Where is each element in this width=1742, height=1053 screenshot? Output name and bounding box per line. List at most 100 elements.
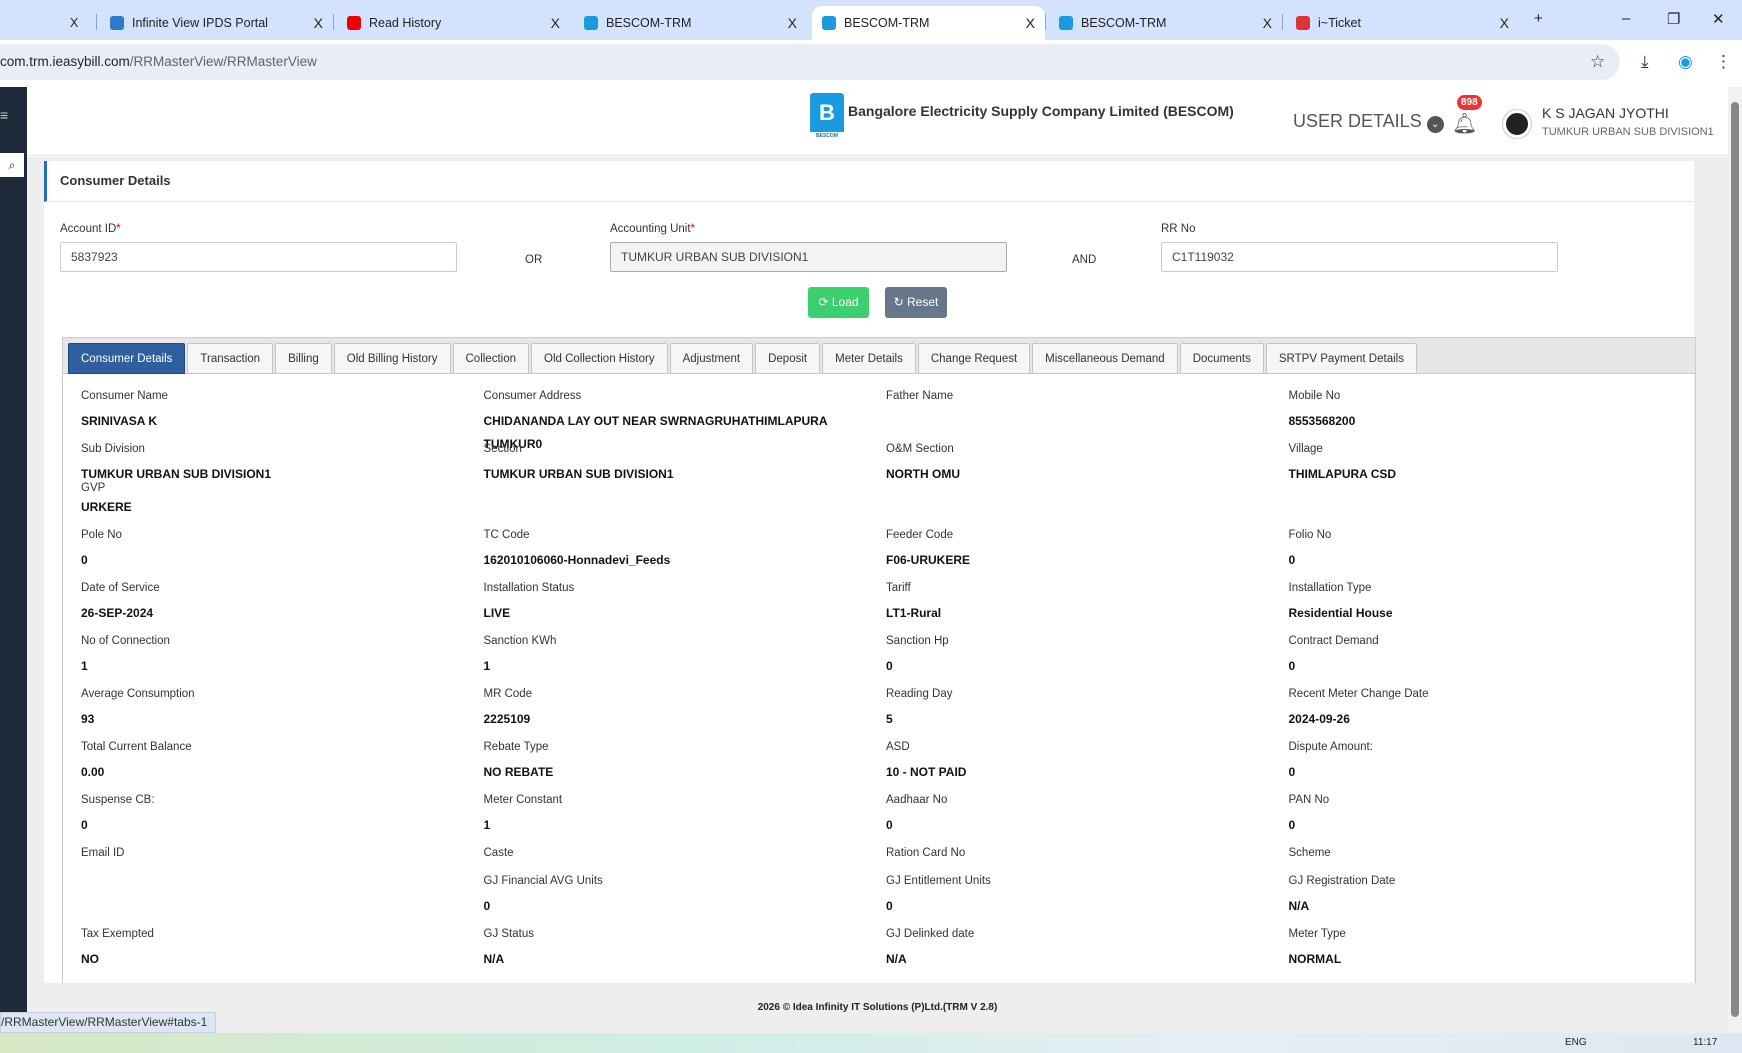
tab-change-request[interactable]: Change Request [917, 343, 1031, 374]
close-icon[interactable]: X [1500, 15, 1509, 31]
or-label: OR [525, 254, 543, 266]
chevron-down-icon: ⌄ [1426, 116, 1444, 133]
accounting-unit-label: Accounting Unit* [610, 223, 696, 235]
bell-icon[interactable]: 🔔︎ [1452, 111, 1477, 136]
browser-tab-bar: X Infinite View IPDS Portal X Read History… [0, 0, 1742, 40]
tab-adjustment[interactable]: Adjustment [669, 343, 754, 374]
field-label: Ration Card No [886, 847, 966, 859]
footer: 2026 © Idea Infinity IT Solutions (P)Ltd… [27, 983, 1728, 1033]
scrollbar-thumb[interactable] [1731, 102, 1739, 1017]
field-value: 5 [886, 712, 893, 726]
detail-field: Scheme [1289, 847, 1692, 877]
field-value: 0 [81, 818, 88, 832]
detail-field: Father Name [886, 390, 1289, 443]
reset-button[interactable]: ↻ Reset [885, 287, 947, 318]
detail-field [81, 875, 484, 928]
detail-field: Consumer Name SRINIVASA K [81, 390, 484, 443]
field-value: URKERE [81, 500, 132, 514]
field-label: GJ Financial AVG Units [483, 875, 603, 887]
tab-meter-details[interactable]: Meter Details [822, 343, 916, 374]
download-icon[interactable]: ⤓ [1641, 52, 1649, 72]
rr-no-input[interactable]: C1T119032 [1161, 242, 1558, 272]
tab-separator [1282, 14, 1283, 30]
close-icon[interactable]: X [788, 15, 797, 31]
menu-icon[interactable]: ⋮ [1715, 52, 1732, 72]
url-path: /RRMasterView/RRMasterView [129, 54, 317, 69]
tab-documents[interactable]: Documents [1179, 343, 1264, 374]
tab-favicon-icon [1296, 16, 1310, 30]
tab-billing[interactable]: Billing [275, 343, 332, 374]
account-id-input[interactable]: 5837923 [60, 242, 457, 272]
detail-field: Email ID [81, 847, 484, 877]
detail-field: Tariff LT1-Rural [886, 582, 1289, 635]
browser-tab[interactable]: BESCOM-TRM X [574, 6, 807, 40]
tab-srtpv-payment-details[interactable]: SRTPV Payment Details [1265, 343, 1417, 374]
tab-transaction[interactable]: Transaction [187, 343, 274, 374]
field-label: Installation Type [1288, 582, 1372, 594]
avatar[interactable] [1503, 110, 1531, 138]
field-value: N/A [483, 952, 505, 966]
close-icon[interactable]: X [551, 15, 560, 31]
browser-tab[interactable]: i~Ticket X [1286, 6, 1519, 40]
language-indicator[interactable]: ENG [1565, 1037, 1587, 1048]
minimize-button[interactable]: – [1622, 10, 1630, 27]
user-details-dropdown[interactable]: USER DETAILS ⌄ [1293, 111, 1444, 133]
field-label: Date of Service [81, 582, 160, 594]
field-label: Village [1288, 443, 1323, 455]
details-grid: Consumer Name SRINIVASA K Consumer Address… [81, 390, 1691, 981]
browser-tab[interactable]: Read History X [337, 6, 570, 40]
browser-tab[interactable]: Infinite View IPDS Portal X [100, 6, 333, 40]
tab-consumer-details[interactable]: Consumer Details [68, 343, 186, 374]
field-label: Average Consumption [81, 688, 195, 700]
close-icon: X [70, 16, 79, 30]
tab-favicon-icon [1059, 16, 1073, 30]
new-tab-button[interactable]: + [1534, 10, 1543, 27]
detail-field: Date of Service 26-SEP-2024 [81, 582, 484, 635]
tab-close-button[interactable]: X [60, 6, 88, 40]
tab-collection[interactable]: Collection [452, 343, 529, 374]
hamburger-icon[interactable]: ≡ [0, 107, 8, 123]
field-value: 1 [483, 818, 491, 832]
close-icon[interactable]: X [314, 15, 323, 31]
tab-old-collection-history[interactable]: Old Collection History [531, 343, 668, 374]
search-icon[interactable]: ⌕ [0, 153, 24, 177]
field-label: GJ Registration Date [1288, 875, 1396, 887]
field-label: TC Code [483, 529, 530, 541]
detail-field: GJ Delinked date N/A [886, 928, 1289, 981]
bookmark-star-icon[interactable]: ☆ [1590, 52, 1605, 72]
field-value: 2225109 [483, 712, 531, 726]
card-title: Consumer Details [44, 161, 1694, 202]
details-row: Total Current Balance 0.00 Rebate Type NO R… [81, 741, 1691, 794]
browser-tab[interactable]: BESCOM-TRM X [812, 6, 1045, 40]
scrollbar[interactable] [1728, 87, 1742, 1033]
field-label: GJ Delinked date [886, 928, 975, 940]
clock[interactable]: 11:17 [1693, 1037, 1717, 1048]
load-button[interactable]: ⟳ Load [808, 287, 869, 318]
close-icon[interactable]: X [1026, 15, 1035, 31]
tab-deposit[interactable]: Deposit [755, 343, 821, 374]
field-label: GJ Status [483, 928, 535, 940]
main-content: Consumer Details Account ID* 5837923 OR … [27, 157, 1728, 983]
restore-button[interactable]: ❐ [1667, 10, 1680, 28]
address-bar[interactable]: com.trm.ieasybill.com/RRMasterView/RRMas… [0, 44, 1620, 80]
field-label: Sanction KWh [483, 635, 557, 647]
user-name: K S JAGAN JYOTHI [1542, 105, 1669, 121]
url-host: com.trm.ieasybill.com [0, 54, 130, 69]
field-label: Consumer Address [483, 390, 582, 402]
close-icon[interactable]: X [1263, 15, 1272, 31]
field-label: Total Current Balance [81, 741, 192, 753]
field-label: PAN No [1288, 794, 1330, 806]
detail-field: Mobile No 8553568200 [1289, 390, 1692, 443]
notification-badge: 898 [1457, 95, 1482, 110]
detail-field: Village THIMLAPURA CSD [1289, 443, 1692, 529]
browser-tab[interactable]: BESCOM-TRM X [1049, 6, 1282, 40]
field-value: 26-SEP-2024 [81, 606, 154, 620]
extension-icon[interactable]: ◉ [1678, 52, 1693, 72]
tab-old-billing-history[interactable]: Old Billing History [333, 343, 451, 374]
close-window-button[interactable]: ✕ [1712, 10, 1725, 28]
tab-miscellaneous-demand[interactable]: Miscellaneous Demand [1032, 343, 1178, 374]
field-label: Rebate Type [483, 741, 549, 753]
accounting-unit-select[interactable]: TUMKUR URBAN SUB DIVISION1 [610, 242, 1007, 272]
detail-field: Meter Constant 1 [484, 794, 887, 847]
field-label: Folio No [1288, 529, 1332, 541]
